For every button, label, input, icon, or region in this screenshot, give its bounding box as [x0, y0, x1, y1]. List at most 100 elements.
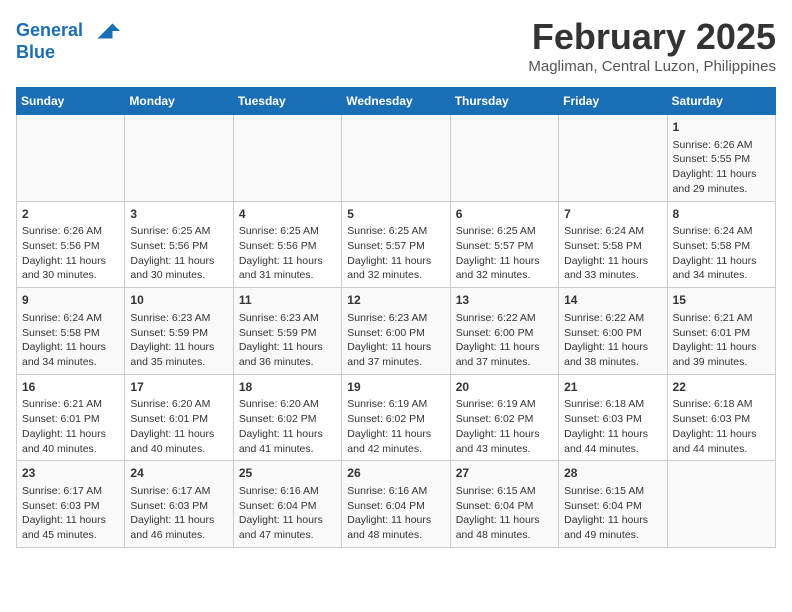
- day-number: 21: [564, 379, 661, 396]
- calendar-cell: 10 Sunrise: 6:23 AM Sunset: 5:59 PM Dayli…: [125, 288, 233, 375]
- day-number: 12: [347, 292, 444, 309]
- calendar-cell: 2Sunrise: 6:26 AM Sunset: 5:56 PM Daylig…: [17, 201, 125, 288]
- day-info: Sunrise: 6:15 AM Sunset: 6:04 PM Dayligh…: [456, 484, 553, 543]
- day-number: 7: [564, 206, 661, 223]
- day-info: Sunrise: 6:23 AM Sunset: 5:59 PM Dayligh…: [130, 311, 227, 370]
- day-info: Sunrise: 6:23 AM Sunset: 6:00 PM Dayligh…: [347, 311, 444, 370]
- day-info: Sunrise: 6:17 AM Sunset: 6:03 PM Dayligh…: [22, 484, 119, 543]
- day-info: Sunrise: 6:18 AM Sunset: 6:03 PM Dayligh…: [673, 397, 770, 456]
- day-info: Sunrise: 6:24 AM Sunset: 5:58 PM Dayligh…: [22, 311, 119, 370]
- day-number: 5: [347, 206, 444, 223]
- day-info: Sunrise: 6:26 AM Sunset: 5:55 PM Dayligh…: [673, 138, 770, 197]
- day-number: 4: [239, 206, 336, 223]
- calendar-cell: [125, 115, 233, 202]
- calendar-cell: 14 Sunrise: 6:22 AM Sunset: 6:00 PM Dayli…: [559, 288, 667, 375]
- weekday-header-sunday: Sunday: [17, 88, 125, 115]
- day-number: 18: [239, 379, 336, 396]
- calendar-cell: 27 Sunrise: 6:15 AM Sunset: 6:04 PM Dayli…: [450, 461, 558, 548]
- calendar-cell: 22Sunrise: 6:18 AM Sunset: 6:03 PM Dayli…: [667, 374, 775, 461]
- calendar-cell: 12 Sunrise: 6:23 AM Sunset: 6:00 PM Dayli…: [342, 288, 450, 375]
- logo: General Blue: [16, 16, 120, 63]
- calendar-cell: 13 Sunrise: 6:22 AM Sunset: 6:00 PM Dayli…: [450, 288, 558, 375]
- weekday-header-thursday: Thursday: [450, 88, 558, 115]
- day-info: Sunrise: 6:17 AM Sunset: 6:03 PM Dayligh…: [130, 484, 227, 543]
- day-info: Sunrise: 6:16 AM Sunset: 6:04 PM Dayligh…: [239, 484, 336, 543]
- calendar-cell: 9 Sunrise: 6:24 AM Sunset: 5:58 PM Daylig…: [17, 288, 125, 375]
- day-number: 3: [130, 206, 227, 223]
- calendar-cell: [17, 115, 125, 202]
- day-number: 14: [564, 292, 661, 309]
- calendar-cell: 3Sunrise: 6:25 AM Sunset: 5:56 PM Daylig…: [125, 201, 233, 288]
- day-number: 27: [456, 465, 553, 482]
- day-number: 2: [22, 206, 119, 223]
- day-number: 24: [130, 465, 227, 482]
- day-info: Sunrise: 6:22 AM Sunset: 6:00 PM Dayligh…: [456, 311, 553, 370]
- day-number: 11: [239, 292, 336, 309]
- day-info: Sunrise: 6:21 AM Sunset: 6:01 PM Dayligh…: [22, 397, 119, 456]
- calendar-cell: 26 Sunrise: 6:16 AM Sunset: 6:04 PM Dayli…: [342, 461, 450, 548]
- day-number: 10: [130, 292, 227, 309]
- day-info: Sunrise: 6:22 AM Sunset: 6:00 PM Dayligh…: [564, 311, 661, 370]
- page-header: General Blue February 2025 Magliman, Cen…: [16, 16, 776, 75]
- calendar-cell: 24 Sunrise: 6:17 AM Sunset: 6:03 PM Dayli…: [125, 461, 233, 548]
- calendar-cell: [667, 461, 775, 548]
- day-info: Sunrise: 6:26 AM Sunset: 5:56 PM Dayligh…: [22, 224, 119, 283]
- location: Magliman, Central Luzon, Philippines: [528, 58, 776, 75]
- calendar-cell: [233, 115, 341, 202]
- day-number: 9: [22, 292, 119, 309]
- calendar-cell: 18Sunrise: 6:20 AM Sunset: 6:02 PM Dayli…: [233, 374, 341, 461]
- weekday-header-friday: Friday: [559, 88, 667, 115]
- calendar-cell: [450, 115, 558, 202]
- calendar-cell: 15 Sunrise: 6:21 AM Sunset: 6:01 PM Dayli…: [667, 288, 775, 375]
- calendar-cell: 20Sunrise: 6:19 AM Sunset: 6:02 PM Dayli…: [450, 374, 558, 461]
- weekday-header-wednesday: Wednesday: [342, 88, 450, 115]
- weekday-header-monday: Monday: [125, 88, 233, 115]
- day-number: 1: [673, 119, 770, 136]
- day-number: 16: [22, 379, 119, 396]
- weekday-header-saturday: Saturday: [667, 88, 775, 115]
- calendar-cell: 17Sunrise: 6:20 AM Sunset: 6:01 PM Dayli…: [125, 374, 233, 461]
- calendar-cell: 28 Sunrise: 6:15 AM Sunset: 6:04 PM Dayli…: [559, 461, 667, 548]
- day-number: 8: [673, 206, 770, 223]
- day-info: Sunrise: 6:25 AM Sunset: 5:56 PM Dayligh…: [130, 224, 227, 283]
- calendar-cell: 19Sunrise: 6:19 AM Sunset: 6:02 PM Dayli…: [342, 374, 450, 461]
- day-number: 13: [456, 292, 553, 309]
- calendar-cell: 6Sunrise: 6:25 AM Sunset: 5:57 PM Daylig…: [450, 201, 558, 288]
- day-info: Sunrise: 6:21 AM Sunset: 6:01 PM Dayligh…: [673, 311, 770, 370]
- day-info: Sunrise: 6:15 AM Sunset: 6:04 PM Dayligh…: [564, 484, 661, 543]
- calendar-cell: 11 Sunrise: 6:23 AM Sunset: 5:59 PM Dayli…: [233, 288, 341, 375]
- day-number: 19: [347, 379, 444, 396]
- day-number: 28: [564, 465, 661, 482]
- calendar-cell: 25 Sunrise: 6:16 AM Sunset: 6:04 PM Dayli…: [233, 461, 341, 548]
- day-number: 25: [239, 465, 336, 482]
- day-info: Sunrise: 6:19 AM Sunset: 6:02 PM Dayligh…: [456, 397, 553, 456]
- calendar-table: SundayMondayTuesdayWednesdayThursdayFrid…: [16, 87, 776, 548]
- day-number: 15: [673, 292, 770, 309]
- calendar-cell: [342, 115, 450, 202]
- day-number: 22: [673, 379, 770, 396]
- calendar-cell: 21Sunrise: 6:18 AM Sunset: 6:03 PM Dayli…: [559, 374, 667, 461]
- calendar-cell: 7Sunrise: 6:24 AM Sunset: 5:58 PM Daylig…: [559, 201, 667, 288]
- day-number: 17: [130, 379, 227, 396]
- day-info: Sunrise: 6:20 AM Sunset: 6:01 PM Dayligh…: [130, 397, 227, 456]
- calendar-cell: 4Sunrise: 6:25 AM Sunset: 5:56 PM Daylig…: [233, 201, 341, 288]
- day-info: Sunrise: 6:25 AM Sunset: 5:57 PM Dayligh…: [456, 224, 553, 283]
- calendar-cell: 1 Sunrise: 6:26 AM Sunset: 5:55 PM Daylig…: [667, 115, 775, 202]
- day-number: 6: [456, 206, 553, 223]
- day-info: Sunrise: 6:19 AM Sunset: 6:02 PM Dayligh…: [347, 397, 444, 456]
- day-info: Sunrise: 6:24 AM Sunset: 5:58 PM Dayligh…: [673, 224, 770, 283]
- day-info: Sunrise: 6:16 AM Sunset: 6:04 PM Dayligh…: [347, 484, 444, 543]
- calendar-cell: 8Sunrise: 6:24 AM Sunset: 5:58 PM Daylig…: [667, 201, 775, 288]
- day-info: Sunrise: 6:24 AM Sunset: 5:58 PM Dayligh…: [564, 224, 661, 283]
- day-info: Sunrise: 6:18 AM Sunset: 6:03 PM Dayligh…: [564, 397, 661, 456]
- weekday-header-tuesday: Tuesday: [233, 88, 341, 115]
- month-title: February 2025: [528, 16, 776, 58]
- day-info: Sunrise: 6:20 AM Sunset: 6:02 PM Dayligh…: [239, 397, 336, 456]
- day-number: 20: [456, 379, 553, 396]
- day-number: 23: [22, 465, 119, 482]
- day-info: Sunrise: 6:23 AM Sunset: 5:59 PM Dayligh…: [239, 311, 336, 370]
- calendar-cell: 16Sunrise: 6:21 AM Sunset: 6:01 PM Dayli…: [17, 374, 125, 461]
- calendar-cell: 5Sunrise: 6:25 AM Sunset: 5:57 PM Daylig…: [342, 201, 450, 288]
- day-number: 26: [347, 465, 444, 482]
- day-info: Sunrise: 6:25 AM Sunset: 5:56 PM Dayligh…: [239, 224, 336, 283]
